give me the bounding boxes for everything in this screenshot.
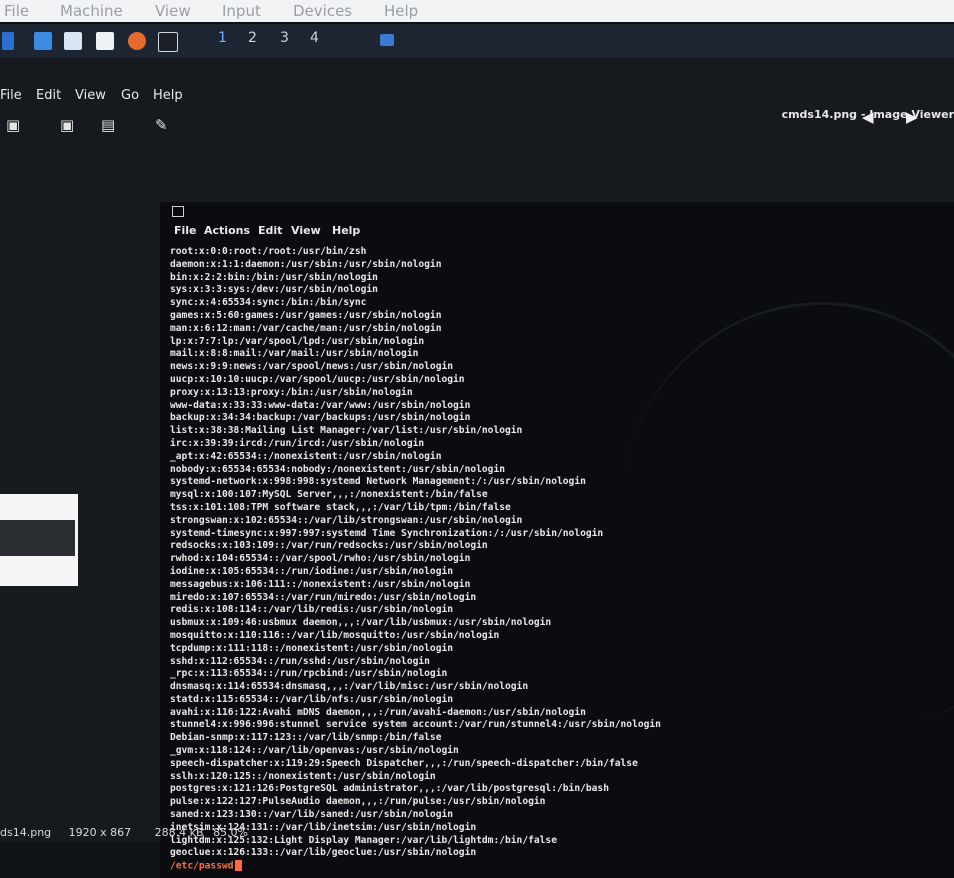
terminal-line: saned:x:123:130::/var/lib/saned:/usr/sbi… [170, 809, 454, 821]
viewer-menu-edit[interactable]: Edit [36, 88, 61, 103]
terminal-line: mail:x:8:8:mail:/var/mail:/usr/sbin/nolo… [170, 348, 419, 360]
firefox-icon[interactable] [128, 32, 146, 50]
kali-dragon-wallpaper [620, 302, 954, 725]
terminal-line: mysql:x:100:107:MySQL Server,,,:/nonexis… [170, 489, 488, 501]
edit-icon[interactable]: ✎ [155, 116, 168, 134]
terminal-line: usbmux:x:109:46:usbmux daemon,,,:/var/li… [170, 617, 552, 629]
terminal-line: systemd-timesync:x:997:997:systemd Time … [170, 527, 604, 539]
workspace-4[interactable]: 4 [310, 30, 319, 46]
terminal-line: news:x:9:9:news:/var/spool/news:/usr/sbi… [170, 361, 454, 373]
play-icon[interactable]: ▶ [906, 108, 918, 126]
terminal-line: bin:x:2:2:bin:/bin:/usr/sbin/nologin [170, 271, 378, 283]
terminal-output: root:x:0:0:root:/root:/usr/bin/zsh daemon… [170, 246, 661, 874]
delete-icon[interactable]: ▤ [101, 116, 115, 134]
terminal-line: root:x:0:0:root:/root:/usr/bin/zsh [170, 246, 367, 257]
status-zoom: 85.0% [213, 826, 249, 839]
terminal-line: lp:x:7:7:lp:/var/spool/lpd:/usr/sbin/nol… [170, 335, 425, 347]
terminal-line: postgres:x:121:126:PostgreSQL administra… [170, 783, 609, 795]
viewer-menu-file[interactable]: File [0, 88, 22, 103]
terminal-line: uucp:x:10:10:uucp:/var/spool/uucp:/usr/s… [170, 373, 465, 385]
prompt-text: /etc/passwd [170, 860, 234, 872]
terminal-icon[interactable] [158, 32, 178, 52]
terminal-screenshot: File Actions Edit View Help root:x:0:0:r… [160, 202, 954, 878]
terminal-line: redis:x:108:114::/var/lib/redis:/usr/sbi… [170, 604, 454, 616]
status-dimensions: 1920 x 867 [68, 826, 132, 839]
viewer-menu-view[interactable]: View [75, 88, 106, 103]
status-filename: ds14.png [0, 826, 52, 839]
terminal-prompt[interactable]: /etc/passwd [170, 860, 661, 873]
terminal-line: statd:x:115:65534::/var/lib/nfs:/usr/sbi… [170, 693, 454, 705]
terminal-line: daemon:x:1:1:daemon:/usr/sbin:/usr/sbin/… [170, 258, 442, 270]
host-menu-view[interactable]: View [155, 2, 191, 20]
terminal-line: avahi:x:116:122:Avahi mDNS daemon,,,:/ru… [170, 706, 586, 718]
terminal-line: proxy:x:13:13:proxy:/bin:/usr/sbin/nolog… [170, 386, 413, 398]
prev-arrow-icon[interactable]: ◀ [862, 108, 874, 126]
viewer-menu-go[interactable]: Go [121, 88, 139, 103]
terminal-line: irc:x:39:39:ircd:/run/ircd:/usr/sbin/nol… [170, 437, 425, 449]
open-icon[interactable]: ▣ [6, 116, 20, 134]
folder-icon[interactable] [64, 32, 82, 50]
terminal-line: list:x:38:38:Mailing List Manager:/var/l… [170, 425, 523, 437]
host-menu-input[interactable]: Input [222, 2, 261, 20]
terminal-line: messagebus:x:106:111::/nonexistent:/usr/… [170, 578, 471, 590]
terminal-line: iodine:x:105:65534::/run/iodine:/usr/sbi… [170, 565, 454, 577]
terminal-line: _apt:x:42:65534::/nonexistent:/usr/sbin/… [170, 450, 442, 462]
terminal-line: miredo:x:107:65534::/var/run/miredo:/usr… [170, 591, 477, 603]
host-menu-help[interactable]: Help [384, 2, 418, 20]
terminal-line: games:x:5:60:games:/usr/games:/usr/sbin/… [170, 309, 442, 321]
terminal-line: www-data:x:33:33:www-data:/var/www:/usr/… [170, 399, 471, 411]
terminal-line: tcpdump:x:111:118::/nonexistent:/usr/sbi… [170, 642, 454, 654]
host-menu-file[interactable]: File [4, 2, 29, 20]
active-window-icon[interactable] [380, 34, 394, 46]
workspace-2[interactable]: 2 [248, 30, 257, 46]
workspace-1[interactable]: 1 [218, 30, 227, 46]
terminal-line: sys:x:3:3:sys:/dev:/usr/sbin/nologin [170, 284, 378, 296]
terminal-menu-help[interactable]: Help [332, 224, 360, 237]
thumbnail-image [0, 520, 75, 556]
save-icon[interactable]: ▣ [60, 116, 74, 134]
terminal-line: sslh:x:120:125::/nonexistent:/usr/sbin/n… [170, 770, 436, 782]
terminal-menu-view[interactable]: View [291, 224, 321, 237]
host-menu-bar: File Machine View Input Devices Help [0, 0, 954, 22]
status-filesize: 288.4 kB [154, 826, 204, 839]
terminal-line: strongswan:x:102:65534::/var/lib/strongs… [170, 514, 523, 526]
viewer-status-bar: ds14.png 1920 x 867 288.4 kB 85.0% [0, 826, 248, 839]
terminal-line: geoclue:x:126:133::/var/lib/geoclue:/usr… [170, 847, 477, 859]
terminal-cursor [234, 860, 242, 872]
terminal-line: dnsmasq:x:114:65534:dnsmasq,,,:/var/lib/… [170, 681, 529, 693]
terminal-line: sync:x:4:65534:sync:/bin:/bin/sync [170, 297, 367, 309]
text-editor-icon[interactable] [96, 32, 114, 50]
terminal-line: tss:x:101:108:TPM software stack,,,:/var… [170, 501, 511, 513]
terminal-line: redsocks:x:103:109::/var/run/redsocks:/u… [170, 540, 488, 552]
terminal-line: backup:x:34:34:backup:/var/backups:/usr/… [170, 412, 471, 424]
terminal-menu-actions[interactable]: Actions [204, 224, 250, 237]
terminal-line: Debian-snmp:x:117:123::/var/lib/snmp:/bi… [170, 732, 442, 744]
terminal-line: rwhod:x:104:65534::/var/spool/rwho:/usr/… [170, 553, 471, 565]
terminal-line: nobody:x:65534:65534:nobody:/nonexistent… [170, 463, 506, 475]
workspace-3[interactable]: 3 [280, 30, 289, 46]
image-viewer-window: cmds14.png - Image Viewer File Edit View… [0, 58, 954, 878]
terminal-line: speech-dispatcher:x:119:29:Speech Dispat… [170, 757, 638, 769]
terminal-line: man:x:6:12:man:/var/cache/man:/usr/sbin/… [170, 322, 442, 334]
terminal-window-icon [172, 206, 184, 217]
kali-menu-icon[interactable] [2, 32, 14, 50]
viewer-menu-help[interactable]: Help [153, 88, 183, 103]
terminal-line: stunnel4:x:996:996:stunnel service syste… [170, 719, 661, 731]
terminal-line: mosquitto:x:110:116::/var/lib/mosquitto:… [170, 629, 500, 641]
host-menu-devices[interactable]: Devices [293, 2, 352, 20]
terminal-line: _rpc:x:113:65534::/run/rpcbind:/usr/sbin… [170, 668, 448, 680]
taskbar: 1 2 3 4 [0, 24, 954, 58]
terminal-line: systemd-network:x:998:998:systemd Networ… [170, 476, 586, 488]
terminal-line: pulse:x:122:127:PulseAudio daemon,,,:/ru… [170, 796, 546, 808]
terminal-line: sshd:x:112:65534::/run/sshd:/usr/sbin/no… [170, 655, 430, 667]
thumbnail[interactable] [0, 494, 78, 586]
terminal-menu-edit[interactable]: Edit [258, 224, 282, 237]
files-icon[interactable] [34, 32, 52, 50]
host-menu-machine[interactable]: Machine [60, 2, 123, 20]
terminal-line: _gvm:x:118:124::/var/lib/openvas:/usr/sb… [170, 745, 459, 757]
terminal-menu-file[interactable]: File [174, 224, 197, 237]
